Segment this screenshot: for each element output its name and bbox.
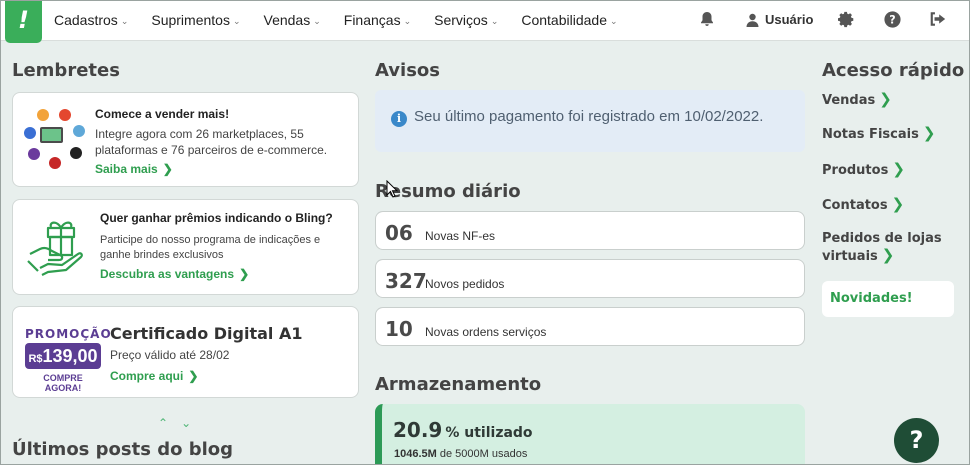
user-label: Usuário (765, 12, 814, 27)
help-chat-button[interactable]: ? (894, 418, 939, 463)
chevron-down-icon[interactable]: ⌄ (181, 416, 191, 430)
stat-label: Novas NF-es (425, 229, 496, 243)
svg-text:?: ? (889, 13, 895, 26)
storage-used: 1046.5M de 5000M usados (394, 448, 527, 460)
chevron-right-icon: ❯ (891, 195, 905, 213)
stat-value: 327 (385, 269, 427, 293)
storage-title: Armazenamento (375, 374, 542, 395)
chevron-right-icon: ❯ (239, 267, 250, 281)
quick-link-label: Vendas (822, 93, 876, 108)
chevron-right-icon: ❯ (188, 369, 199, 383)
gift-hand-icon (27, 221, 83, 276)
card-body: Participe do nosso programa de indicaçõe… (100, 234, 321, 261)
storage-card: 20.9% utilizado 1046.5M de 5000M usados (375, 404, 805, 465)
percent-value: 20.9 (393, 418, 443, 442)
notices-title: Avisos (375, 60, 440, 81)
user-icon (746, 13, 759, 27)
currency: R$ (28, 353, 43, 365)
quick-access-title: Acesso rápido (822, 60, 965, 81)
promo-tag: PROMOÇÃO (25, 327, 112, 341)
quick-link-label: Produtos (822, 163, 889, 178)
help-icon[interactable]: ? (884, 11, 901, 28)
price-value: 139,00 (42, 346, 98, 366)
storage-percent: 20.9% utilizado (393, 418, 533, 442)
top-navbar: ! Cadastros ⌄ Suprimentos ⌄ Vendas ⌄ Finanç… (0, 0, 970, 43)
stat-label: Novas ordens serviços (425, 325, 547, 339)
novidades-label: Novidades! (830, 291, 913, 306)
chevron-up-icon[interactable]: ⌃ (158, 416, 168, 430)
chevron-right-icon: ❯ (879, 90, 892, 108)
stat-pedidos[interactable]: 327 Novos pedidos (375, 259, 805, 298)
stat-value: 10 (385, 317, 413, 341)
marketplace-logos (13, 93, 88, 183)
quick-link-notas-fiscais[interactable]: Notas Fiscais ❯ (822, 124, 935, 142)
user-menu[interactable]: Usuário (746, 12, 813, 27)
stat-nfes[interactable]: 06 Novas NF-es (375, 211, 805, 250)
chevron-right-icon: ❯ (881, 246, 895, 264)
card-heading: Certificado Digital A1 (110, 324, 303, 343)
carousel-controls: ⌃ ⌄ (158, 416, 204, 430)
gear-icon[interactable] (838, 11, 855, 28)
link-label: Descubra as vantagens (100, 267, 235, 281)
link-label: Saiba mais (95, 162, 158, 176)
reminder-card-marketplaces: Comece a vender mais! Integre agora com … (12, 92, 359, 187)
saiba-mais-link[interactable]: Saiba mais ❯ (95, 162, 173, 176)
logout-icon[interactable] (929, 11, 946, 27)
top-actions: Usuário ? (0, 10, 970, 30)
percent-label: % utilizado (445, 425, 533, 441)
promo-price: R$139,00 (25, 343, 101, 369)
info-icon: i (391, 111, 407, 127)
blog-title: Últimos posts do blog (12, 439, 234, 460)
monitor-icon (40, 127, 63, 143)
promo-badge[interactable]: PROMOÇÃO R$139,00 COMPRE AGORA! (25, 327, 112, 393)
chevron-right-icon: ❯ (892, 160, 905, 178)
mouse-cursor-icon (386, 180, 398, 198)
quick-link-label: Notas Fiscais (822, 127, 919, 142)
card-heading: Quer ganhar prêmios indicando o Bling? (100, 211, 333, 225)
novidades-button[interactable]: Novidades! (822, 281, 954, 317)
card-heading: Comece a vender mais! (95, 107, 230, 121)
stat-ordens-servico[interactable]: 10 Novas ordens serviços (375, 307, 805, 346)
quick-link-label: Contatos (822, 198, 888, 213)
quick-link-produtos[interactable]: Produtos ❯ (822, 160, 905, 178)
notice-message: Seu último pagamento foi registrado em 1… (414, 108, 764, 125)
link-label: Compre aqui (110, 369, 184, 383)
used-value: 1046.5M (394, 448, 437, 460)
card-body: Integre agora com 26 marketplaces, 55 pl… (95, 127, 328, 157)
reminder-card-referral: Quer ganhar prêmios indicando o Bling? P… (12, 199, 359, 295)
stat-value: 06 (385, 221, 413, 245)
used-total: de 5000M usados (439, 448, 528, 460)
quick-link-contatos[interactable]: Contatos ❯ (822, 195, 904, 213)
compre-aqui-link[interactable]: Compre aqui ❯ (110, 369, 198, 383)
descubra-vantagens-link[interactable]: Descubra as vantagens ❯ (100, 267, 249, 281)
reminder-card-certificate: PROMOÇÃO R$139,00 COMPRE AGORA! Certific… (12, 306, 359, 398)
payment-notice: i Seu último pagamento foi registrado em… (375, 90, 805, 152)
quick-link-pedidos-lojas[interactable]: Pedidos de lojas virtuais ❯ (822, 230, 947, 265)
promo-cta: COMPRE AGORA! (43, 373, 83, 393)
stat-label: Novos pedidos (425, 277, 505, 291)
quick-link-vendas[interactable]: Vendas ❯ (822, 90, 892, 108)
card-body: Preço válido até 28/02 (110, 348, 230, 362)
reminders-title: Lembretes (12, 60, 120, 81)
chevron-right-icon: ❯ (922, 124, 936, 142)
chevron-right-icon: ❯ (162, 162, 173, 176)
bell-icon[interactable] (700, 11, 714, 27)
